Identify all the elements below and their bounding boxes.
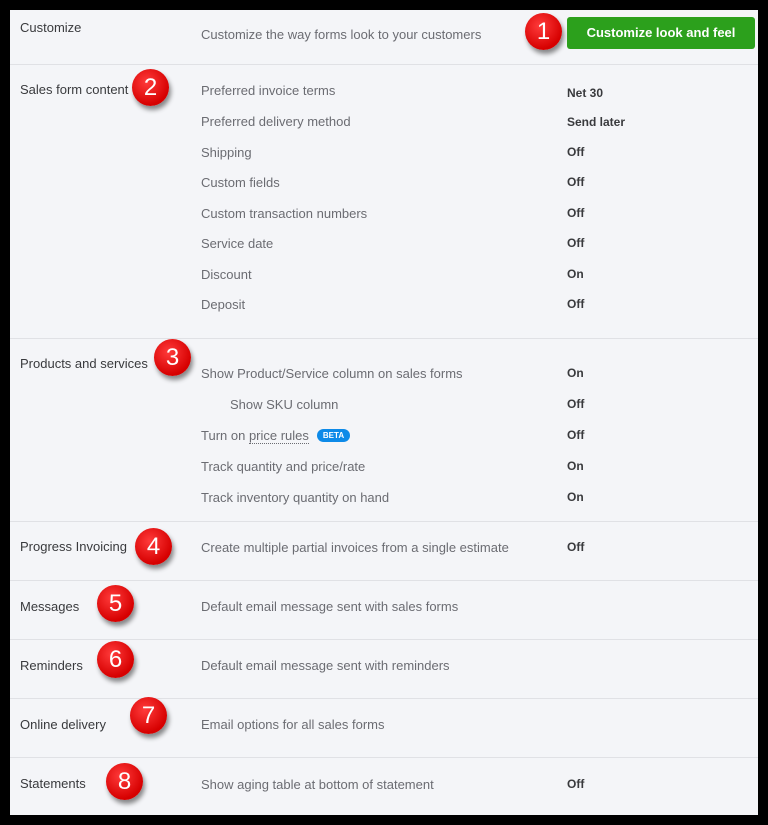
section-description: Show aging table at bottom of statement bbox=[201, 777, 434, 792]
setting-value: Send later bbox=[567, 115, 626, 129]
setting-value: Off bbox=[567, 145, 585, 159]
section-title: Progress Invoicing bbox=[20, 539, 127, 554]
setting-value: On bbox=[567, 490, 584, 504]
section-title: Statements bbox=[20, 776, 86, 791]
setting-label: Shipping bbox=[201, 145, 252, 160]
setting-value: On bbox=[567, 366, 584, 380]
setting-label: Service date bbox=[201, 236, 274, 251]
callout-badge: 2 bbox=[132, 69, 169, 106]
setting-value: Off bbox=[567, 297, 585, 311]
callout-badge: 5 bbox=[97, 585, 134, 622]
sales-settings-panel: Customize Customize the way forms look t… bbox=[10, 10, 758, 815]
setting-label: Turn on price rules BETA bbox=[201, 428, 351, 444]
callout-badge: 6 bbox=[97, 641, 134, 678]
setting-value: Off bbox=[567, 397, 585, 411]
setting-label: Track quantity and price/rate bbox=[201, 459, 366, 474]
setting-value: Off bbox=[567, 175, 585, 189]
setting-label: Discount bbox=[201, 267, 252, 282]
section-products-and-services[interactable]: Products and services 3 Show Product/Ser… bbox=[10, 339, 758, 522]
setting-label: Custom transaction numbers bbox=[201, 206, 368, 221]
section-customize[interactable]: Customize Customize the way forms look t… bbox=[10, 10, 758, 65]
section-description: Create multiple partial invoices from a … bbox=[201, 540, 509, 555]
section-title: Products and services bbox=[20, 356, 148, 371]
setting-label: Preferred invoice terms bbox=[201, 83, 336, 98]
section-messages[interactable]: Messages 5 Default email message sent wi… bbox=[10, 581, 758, 640]
section-progress-invoicing[interactable]: Progress Invoicing 4 Create multiple par… bbox=[10, 522, 758, 581]
section-statements[interactable]: Statements 8 Show aging table at bottom … bbox=[10, 758, 758, 815]
setting-value: Off bbox=[567, 206, 585, 220]
setting-label-prefix: Turn on bbox=[201, 428, 249, 443]
setting-value: Off bbox=[567, 540, 585, 554]
callout-badge: 3 bbox=[154, 339, 191, 376]
section-title: Online delivery bbox=[20, 717, 106, 732]
setting-label: Track inventory quantity on hand bbox=[201, 490, 390, 505]
callout-badge: 1 bbox=[525, 13, 562, 50]
section-sales-form-content[interactable]: Sales form content 2 Preferred invoice t… bbox=[10, 65, 758, 339]
setting-label: Custom fields bbox=[201, 175, 280, 190]
customize-look-and-feel-button[interactable]: Customize look and feel bbox=[567, 17, 755, 49]
callout-badge: 4 bbox=[135, 528, 172, 565]
section-title: Customize bbox=[20, 20, 82, 35]
setting-label: Deposit bbox=[201, 297, 246, 312]
setting-value: On bbox=[567, 459, 584, 473]
section-description: Customize the way forms look to your cus… bbox=[201, 27, 482, 42]
beta-tag: BETA bbox=[316, 429, 351, 442]
setting-value: Net 30 bbox=[567, 86, 604, 100]
setting-label: Preferred delivery method bbox=[201, 114, 351, 129]
setting-label: Show Product/Service column on sales for… bbox=[201, 366, 463, 381]
section-title: Sales form content bbox=[20, 82, 129, 97]
section-description: Default email message sent with reminder… bbox=[201, 658, 450, 673]
callout-badge: 7 bbox=[130, 697, 167, 734]
section-online-delivery[interactable]: Online delivery 7 Email options for all … bbox=[10, 697, 758, 758]
setting-value: Off bbox=[567, 428, 585, 442]
callout-badge: 8 bbox=[106, 763, 143, 800]
section-reminders[interactable]: Reminders 6 Default email message sent w… bbox=[10, 640, 758, 699]
section-title: Messages bbox=[20, 599, 80, 614]
section-description: Default email message sent with sales fo… bbox=[201, 599, 459, 614]
setting-value: Off bbox=[567, 236, 585, 250]
setting-label: Show SKU column bbox=[230, 397, 339, 412]
section-title: Reminders bbox=[20, 658, 83, 673]
section-description: Email options for all sales forms bbox=[201, 717, 385, 732]
setting-value: On bbox=[567, 267, 584, 281]
setting-value: Off bbox=[567, 777, 585, 791]
price-rules-link[interactable]: price rules bbox=[248, 428, 309, 444]
